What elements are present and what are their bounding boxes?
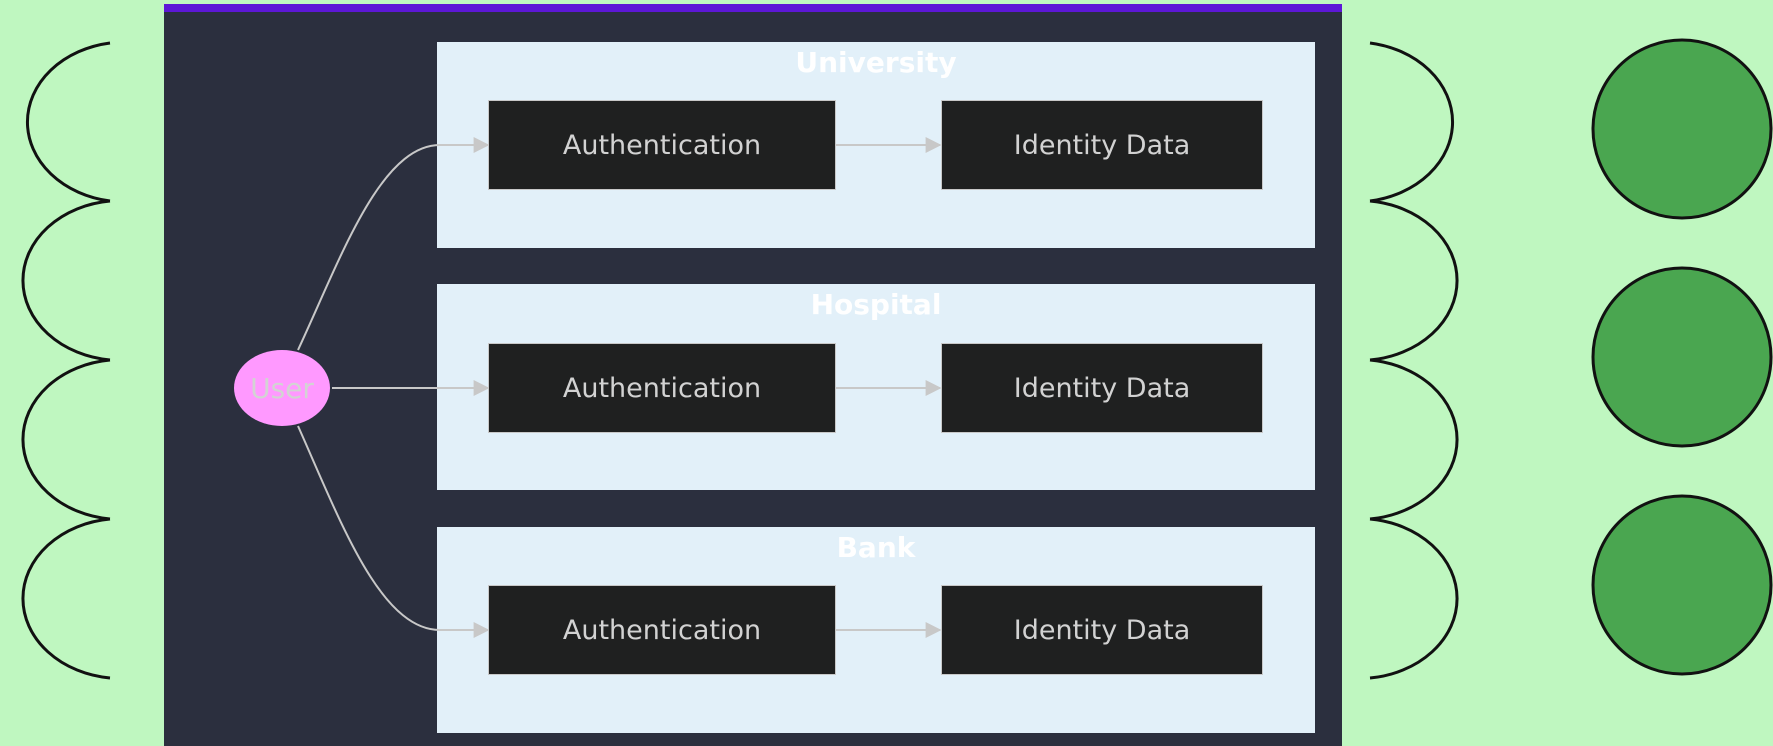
edge-user-to-university-auth <box>297 137 490 351</box>
bank-authentication-node[interactable]: Authentication <box>488 585 836 675</box>
canvas: University Hospital Bank User Authentica… <box>0 0 1773 746</box>
user-node[interactable]: User <box>234 350 330 426</box>
hospital-identity-data-node[interactable]: Identity Data <box>941 343 1263 433</box>
bank-identity-data-node[interactable]: Identity Data <box>941 585 1263 675</box>
edge-user-to-bank-auth <box>297 425 490 638</box>
university-identity-data-node[interactable]: Identity Data <box>941 100 1263 190</box>
university-authentication-node[interactable]: Authentication <box>488 100 836 190</box>
hospital-authentication-node[interactable]: Authentication <box>488 343 836 433</box>
